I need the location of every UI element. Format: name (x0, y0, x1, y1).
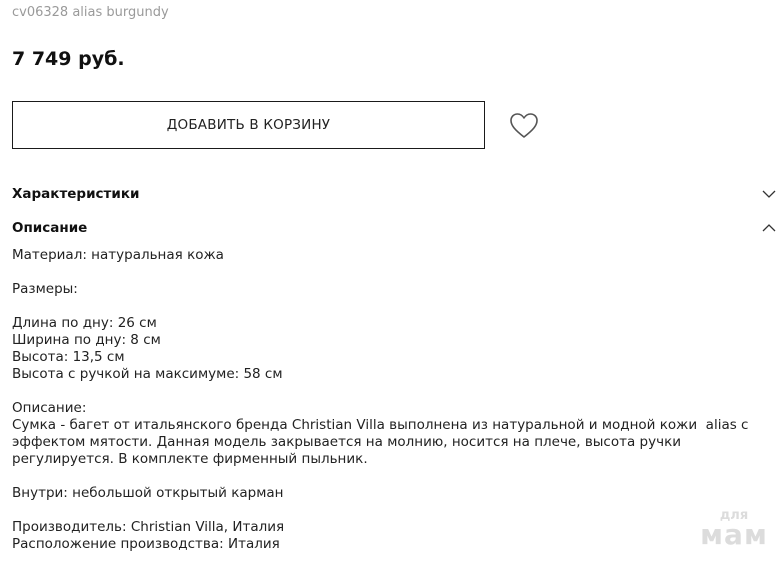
description-heading: Описание (12, 220, 88, 236)
production-location-text: Расположение производства: Италия (12, 536, 280, 552)
characteristics-heading: Характеристики (12, 186, 140, 202)
material-text: Материал: натуральная кожа (12, 247, 224, 263)
description-text: Сумка - багет от итальянского бренда Chr… (12, 417, 753, 467)
product-price: 7 749 руб. (12, 48, 125, 70)
description-body: Материал: натуральная кожа Размеры: Длин… (12, 247, 772, 553)
manufacturer-text: Производитель: Christian Villa, Италия (12, 519, 285, 535)
watermark-logo: для мам (697, 509, 771, 551)
watermark-line2: мам (700, 518, 768, 551)
add-to-cart-button[interactable]: ДОБАВИТЬ В КОРЗИНУ (12, 101, 485, 149)
chevron-down-icon (762, 190, 776, 198)
favorite-button[interactable] (509, 112, 539, 140)
description-title: Описание: (12, 400, 87, 416)
characteristics-toggle[interactable]: Характеристики (12, 183, 776, 205)
description-toggle[interactable]: Описание (12, 217, 776, 239)
handle-height-text: Высота с ручкой на максимуме: 58 см (12, 366, 283, 382)
product-sku: cv06328 alias burgundy (12, 5, 169, 20)
heart-icon (510, 113, 538, 138)
chevron-up-icon (762, 224, 776, 232)
height-text: Высота: 13,5 см (12, 349, 125, 365)
length-text: Длина по дну: 26 см (12, 315, 157, 331)
sizes-title: Размеры: (12, 281, 78, 297)
inside-text: Внутри: небольшой открытый карман (12, 485, 284, 501)
width-text: Ширина по дну: 8 см (12, 332, 161, 348)
